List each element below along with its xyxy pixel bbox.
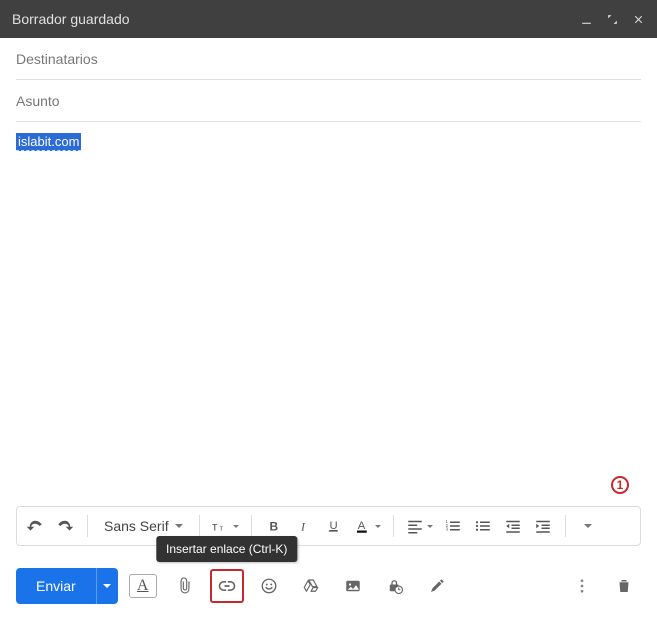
- chevron-down-icon: [427, 525, 433, 528]
- send-more-button[interactable]: [96, 568, 118, 604]
- separator: [565, 515, 566, 537]
- separator: [199, 515, 200, 537]
- formatting-toggle-button[interactable]: A: [126, 569, 160, 603]
- attachment-icon: [176, 577, 194, 595]
- chevron-down-icon: [233, 525, 239, 528]
- indent-more-button[interactable]: [529, 512, 557, 540]
- attach-file-button[interactable]: [168, 569, 202, 603]
- link-icon: [217, 576, 237, 596]
- chevron-down-icon: [103, 584, 111, 588]
- svg-text:U: U: [329, 520, 337, 532]
- more-vertical-icon: [573, 577, 591, 595]
- chevron-down-icon: [175, 524, 183, 528]
- font-family-label: Sans Serif: [104, 518, 169, 534]
- emoji-icon: [260, 577, 278, 595]
- send-button[interactable]: Enviar: [16, 568, 96, 604]
- annotation-step-1: 1: [611, 476, 629, 494]
- redo-button[interactable]: [51, 512, 79, 540]
- compose-header: Borrador guardado: [0, 0, 657, 38]
- align-button[interactable]: [402, 512, 437, 540]
- minimize-icon[interactable]: [579, 12, 593, 26]
- window-controls: [579, 12, 645, 26]
- recipients-field[interactable]: Destinatarios: [16, 38, 641, 80]
- bulleted-list-button[interactable]: [469, 512, 497, 540]
- fullscreen-icon[interactable]: [605, 12, 619, 26]
- chevron-down-icon: [375, 525, 381, 528]
- insert-emoji-button[interactable]: [252, 569, 286, 603]
- insert-link-button[interactable]: Insertar enlace (Ctrl-K): [210, 569, 244, 603]
- insert-photo-button[interactable]: [336, 569, 370, 603]
- discard-draft-button[interactable]: [607, 569, 641, 603]
- insert-signature-button[interactable]: [420, 569, 454, 603]
- svg-text:т: т: [212, 520, 218, 534]
- formatting-toggle-icon: A: [129, 574, 157, 598]
- font-size-button[interactable]: тт: [208, 512, 243, 540]
- separator: [87, 515, 88, 537]
- svg-text:I: I: [300, 520, 306, 534]
- confidential-mode-button[interactable]: [378, 569, 412, 603]
- subject-placeholder: Asunto: [16, 93, 60, 109]
- compose-body[interactable]: islabit.com: [0, 122, 657, 492]
- undo-button[interactable]: [21, 512, 49, 540]
- drive-icon: [302, 577, 320, 595]
- send-button-group: Enviar: [16, 568, 118, 604]
- trash-icon: [615, 577, 633, 595]
- bold-button[interactable]: B: [260, 512, 288, 540]
- svg-text:B: B: [269, 520, 278, 534]
- font-family-select[interactable]: Sans Serif: [96, 518, 191, 534]
- chevron-down-icon: [584, 524, 592, 528]
- subject-field[interactable]: Asunto: [16, 80, 641, 122]
- formatting-more-button[interactable]: [574, 512, 602, 540]
- close-icon[interactable]: [631, 12, 645, 26]
- more-options-button[interactable]: [565, 569, 599, 603]
- underline-button[interactable]: U: [320, 512, 348, 540]
- text-color-button[interactable]: A: [350, 512, 385, 540]
- italic-button[interactable]: I: [290, 512, 318, 540]
- separator: [251, 515, 252, 537]
- numbered-list-button[interactable]: 123: [439, 512, 467, 540]
- lock-clock-icon: [386, 577, 404, 595]
- compose-action-bar: Enviar A Insertar enlace (Ctrl-K): [16, 568, 641, 604]
- separator: [393, 515, 394, 537]
- compose-title: Borrador guardado: [12, 11, 579, 27]
- svg-text:A: A: [357, 520, 365, 532]
- svg-text:т: т: [219, 524, 223, 533]
- svg-text:3: 3: [445, 527, 448, 532]
- recipients-placeholder: Destinatarios: [16, 51, 98, 67]
- indent-less-button[interactable]: [499, 512, 527, 540]
- formatting-toolbar: Sans Serif тт B I U A 123: [16, 506, 641, 546]
- pen-icon: [428, 577, 446, 595]
- selected-link-text[interactable]: islabit.com: [16, 133, 81, 151]
- insert-drive-button[interactable]: [294, 569, 328, 603]
- image-icon: [344, 577, 362, 595]
